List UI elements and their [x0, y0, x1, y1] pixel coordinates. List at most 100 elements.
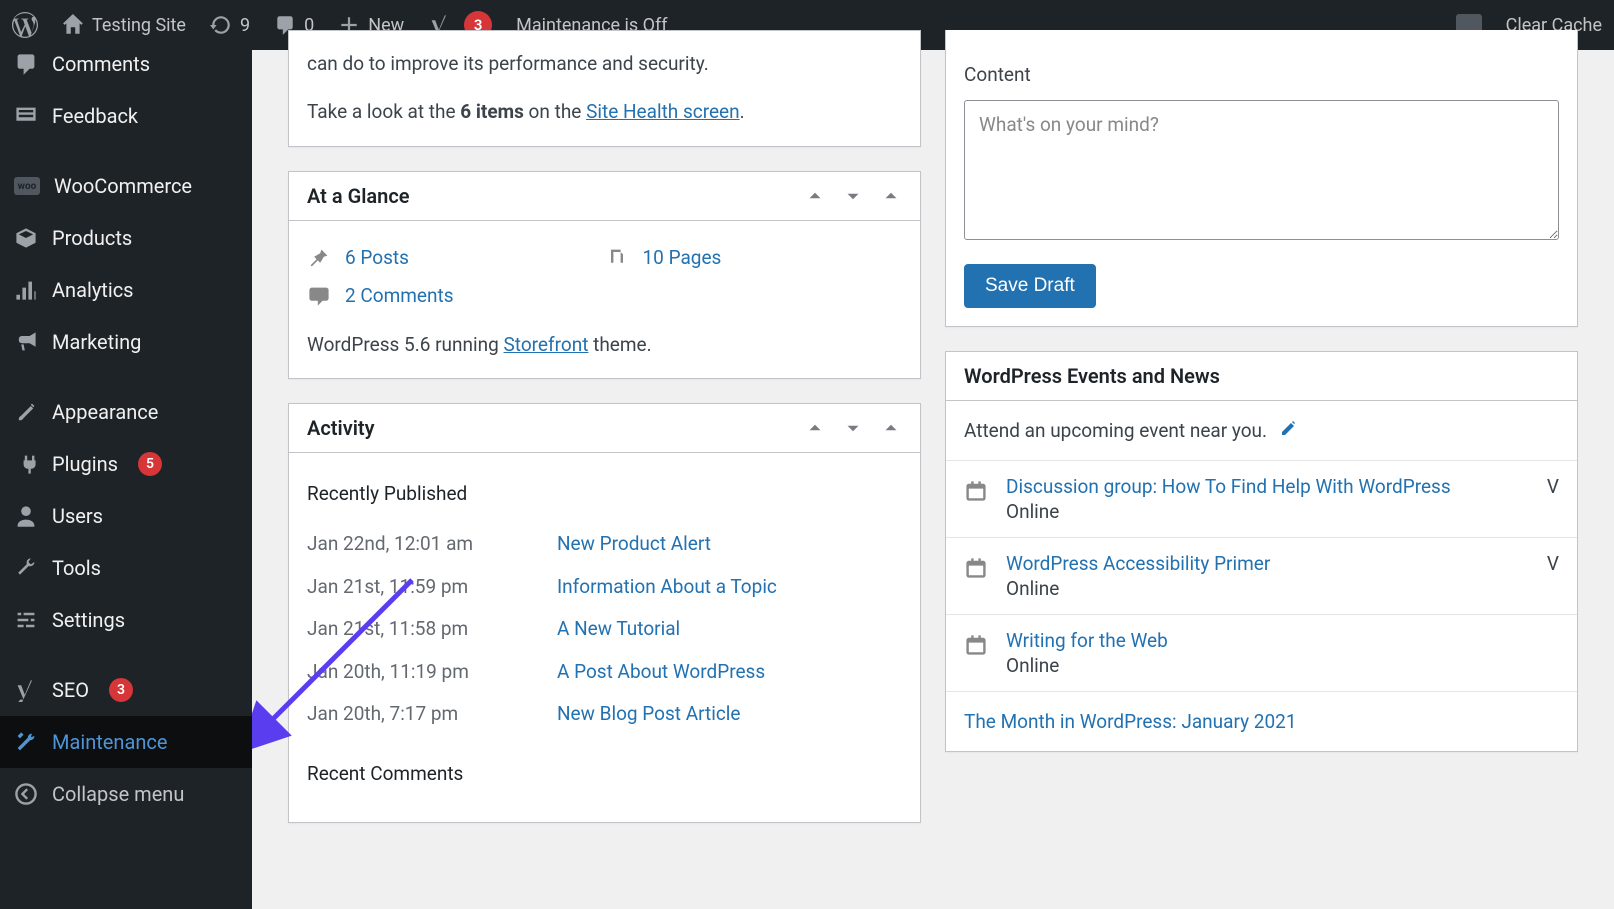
megaphone-icon — [14, 330, 38, 354]
site-health-text-a: can do to improve its performance and se… — [307, 49, 902, 79]
sidebar-item-settings[interactable]: Settings — [0, 594, 252, 646]
sidebar-label: Collapse menu — [52, 782, 184, 806]
brush-icon — [14, 400, 38, 424]
updates-menu[interactable]: 9 — [198, 0, 262, 50]
event-row: Discussion group: How To Find Help With … — [946, 460, 1577, 537]
event-link[interactable]: WordPress Accessibility Primer — [1006, 552, 1529, 575]
recent-post-row: Jan 20th, 11:19 pmA Post About WordPress — [307, 651, 902, 693]
activity-box: Activity Recently Published Jan 22nd, 12… — [288, 403, 921, 823]
move-up-icon[interactable] — [804, 417, 826, 439]
event-location: Online — [1006, 500, 1529, 523]
recent-date: Jan 20th, 11:19 pm — [307, 657, 557, 687]
glance-posts[interactable]: 6 Posts — [307, 239, 605, 277]
pin-icon — [307, 246, 331, 270]
sidebar-item-appearance[interactable]: Appearance — [0, 386, 252, 438]
recent-comments-heading: Recent Comments — [307, 759, 902, 789]
recent-date: Jan 21st, 11:58 pm — [307, 614, 557, 644]
sidebar-label: SEO — [52, 678, 89, 702]
products-icon — [14, 226, 38, 250]
event-letter: V — [1547, 552, 1559, 575]
glance-posts-link[interactable]: 6 Posts — [345, 243, 409, 273]
user-icon — [14, 504, 38, 528]
recent-post-row: Jan 22nd, 12:01 amNew Product Alert — [307, 523, 902, 565]
sidebar-item-maintenance[interactable]: Maintenance — [0, 716, 252, 768]
events-intro: Attend an upcoming event near you. — [946, 401, 1577, 460]
move-down-icon[interactable] — [842, 417, 864, 439]
move-up-icon[interactable] — [804, 185, 826, 207]
news-link[interactable]: The Month in WordPress: January 2021 — [946, 691, 1577, 751]
wordpress-logo-icon — [12, 12, 38, 38]
dashboard-main: can do to improve its performance and se… — [252, 50, 1614, 909]
events-title: WordPress Events and News — [964, 364, 1559, 388]
calendar-icon — [964, 479, 988, 503]
event-row: WordPress Accessibility PrimerOnline V — [946, 537, 1577, 614]
wp-logo-menu[interactable] — [0, 0, 50, 50]
quick-draft-box: Content Save Draft — [945, 30, 1578, 327]
sidebar-item-marketing[interactable]: Marketing — [0, 316, 252, 368]
event-row: Writing for the WebOnline — [946, 614, 1577, 691]
event-location: Online — [1006, 654, 1559, 677]
site-name-menu[interactable]: Testing Site — [50, 0, 198, 50]
woocommerce-icon: woo — [14, 177, 40, 195]
event-link[interactable]: Writing for the Web — [1006, 629, 1559, 652]
sidebar-item-products[interactable]: Products — [0, 212, 252, 264]
sidebar-item-seo[interactable]: SEO 3 — [0, 664, 252, 716]
sidebar-item-plugins[interactable]: Plugins 5 — [0, 438, 252, 490]
sidebar-item-feedback[interactable]: Feedback — [0, 90, 252, 142]
at-a-glance-title: At a Glance — [307, 184, 804, 208]
at-a-glance-box: At a Glance 6 Posts 10 Pages — [288, 171, 921, 379]
theme-link[interactable]: Storefront — [504, 333, 589, 356]
recent-post-link[interactable]: New Blog Post Article — [557, 699, 741, 729]
recent-post-link[interactable]: Information About a Topic — [557, 572, 777, 602]
glance-footer: WordPress 5.6 running Storefront theme. — [307, 316, 902, 360]
sidebar-label: Comments — [52, 52, 150, 76]
site-health-link[interactable]: Site Health screen — [586, 100, 740, 123]
sidebar-label: Tools — [52, 556, 101, 580]
updates-count: 9 — [240, 15, 250, 36]
sidebar-label: Maintenance — [52, 730, 167, 754]
analytics-icon — [14, 278, 38, 302]
toggle-icon[interactable] — [880, 185, 902, 207]
pages-icon — [605, 246, 629, 270]
seo-badge: 3 — [109, 678, 133, 702]
glance-pages-link[interactable]: 10 Pages — [643, 243, 722, 273]
site-health-text-b: Take a look at the 6 items on the Site H… — [307, 97, 902, 127]
plugin-icon — [14, 452, 38, 476]
sidebar-collapse[interactable]: Collapse menu — [0, 768, 252, 820]
admin-sidebar: Comments Feedback woo WooCommerce Produc… — [0, 50, 252, 909]
quick-draft-content[interactable] — [964, 100, 1559, 240]
sidebar-item-tools[interactable]: Tools — [0, 542, 252, 594]
sidebar-label: Analytics — [52, 278, 134, 302]
sidebar-label: Settings — [52, 608, 125, 632]
yoast-icon — [14, 678, 38, 702]
pencil-icon[interactable] — [1277, 420, 1297, 440]
calendar-icon — [964, 556, 988, 580]
save-draft-button[interactable]: Save Draft — [964, 264, 1096, 308]
sidebar-label: WooCommerce — [54, 174, 192, 198]
recent-post-link[interactable]: New Product Alert — [557, 529, 711, 559]
move-down-icon[interactable] — [842, 185, 864, 207]
sidebar-item-analytics[interactable]: Analytics — [0, 264, 252, 316]
glance-comments-link[interactable]: 2 Comments — [345, 281, 454, 311]
event-location: Online — [1006, 577, 1529, 600]
home-icon — [62, 14, 84, 36]
toggle-icon[interactable] — [880, 417, 902, 439]
sliders-icon — [14, 608, 38, 632]
wrench-icon — [14, 556, 38, 580]
event-link[interactable]: Discussion group: How To Find Help With … — [1006, 475, 1529, 498]
glance-pages[interactable]: 10 Pages — [605, 239, 903, 277]
update-icon — [210, 14, 232, 36]
recent-post-link[interactable]: A Post About WordPress — [557, 657, 765, 687]
recent-post-link[interactable]: A New Tutorial — [557, 614, 680, 644]
sidebar-label: Feedback — [52, 104, 138, 128]
glance-comments[interactable]: 2 Comments — [307, 277, 605, 315]
sidebar-item-woocommerce[interactable]: woo WooCommerce — [0, 160, 252, 212]
recent-post-row: Jan 20th, 7:17 pmNew Blog Post Article — [307, 693, 902, 735]
sidebar-label: Products — [52, 226, 132, 250]
site-name-label: Testing Site — [92, 15, 186, 36]
sidebar-item-users[interactable]: Users — [0, 490, 252, 542]
feedback-icon — [14, 104, 38, 128]
recent-post-row: Jan 21st, 11:58 pmA New Tutorial — [307, 608, 902, 650]
recent-date: Jan 21st, 11:59 pm — [307, 572, 557, 602]
sidebar-item-comments[interactable]: Comments — [0, 50, 252, 90]
